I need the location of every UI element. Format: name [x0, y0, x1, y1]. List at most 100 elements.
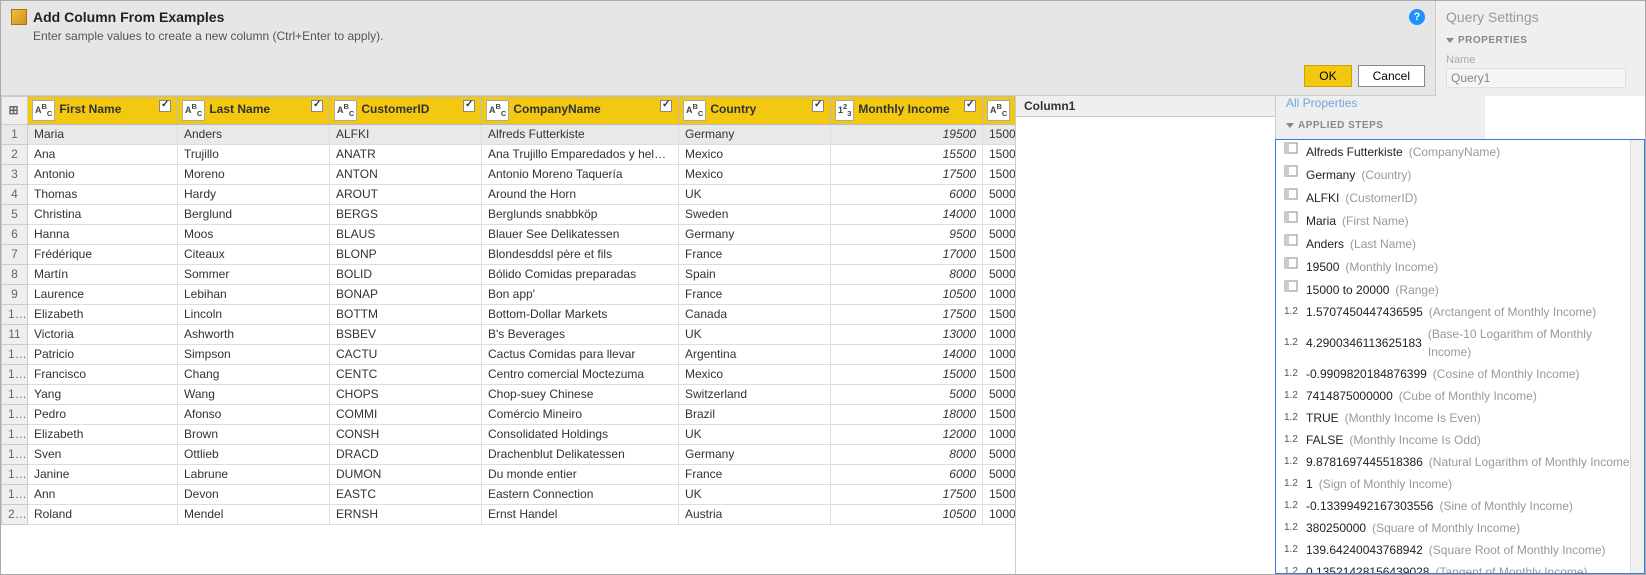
- cell[interactable]: 10000 to 15000: [983, 204, 1016, 224]
- row-number[interactable]: 8: [2, 264, 28, 284]
- suggestion-item[interactable]: ALFKI(CustomerID): [1276, 186, 1644, 209]
- cell[interactable]: Elizabeth: [28, 424, 178, 444]
- column-header-monthly income[interactable]: 123Monthly Income: [831, 97, 983, 125]
- cell[interactable]: 5000 to 10000: [983, 444, 1016, 464]
- all-properties-link[interactable]: All Properties: [1286, 96, 1475, 110]
- cell[interactable]: 8000: [831, 444, 983, 464]
- example-column-header[interactable]: Column1: [1016, 96, 1275, 117]
- cell[interactable]: 5000 to 10000: [983, 464, 1016, 484]
- table-row[interactable]: 4ThomasHardyAROUTAround the HornUK600050…: [2, 184, 1016, 204]
- row-number[interactable]: 5: [2, 204, 28, 224]
- cell[interactable]: 15500: [831, 144, 983, 164]
- table-row[interactable]: 20RolandMendelERNSHErnst HandelAustria10…: [2, 504, 1016, 524]
- cell[interactable]: Around the Horn: [482, 184, 679, 204]
- cell[interactable]: Canada: [679, 304, 831, 324]
- cell[interactable]: BLAUS: [330, 224, 482, 244]
- cell[interactable]: Germany: [679, 224, 831, 244]
- row-number[interactable]: 7: [2, 244, 28, 264]
- cell[interactable]: ALFKI: [330, 124, 482, 144]
- suggestion-scrollbar[interactable]: [1630, 140, 1644, 573]
- cell[interactable]: CONSH: [330, 424, 482, 444]
- cell[interactable]: 15000 to 20000: [983, 404, 1016, 424]
- cell[interactable]: Sweden: [679, 204, 831, 224]
- suggestion-item[interactable]: 1.2380250000(Square of Monthly Income): [1276, 517, 1644, 539]
- cell[interactable]: Laurence: [28, 284, 178, 304]
- suggestion-item[interactable]: 1.27414875000000(Cube of Monthly Income): [1276, 385, 1644, 407]
- cell[interactable]: Elizabeth: [28, 304, 178, 324]
- cell[interactable]: Christina: [28, 204, 178, 224]
- cell[interactable]: 15000 to 20000: [983, 484, 1016, 504]
- row-number[interactable]: 6: [2, 224, 28, 244]
- cell[interactable]: UK: [679, 184, 831, 204]
- cell[interactable]: 10500: [831, 284, 983, 304]
- table-row[interactable]: 10ElizabethLincolnBOTTMBottom-Dollar Mar…: [2, 304, 1016, 324]
- cell[interactable]: ANTON: [330, 164, 482, 184]
- cell[interactable]: Mendel: [178, 504, 330, 524]
- table-row[interactable]: 3AntonioMorenoANTONAntonio Moreno Taquer…: [2, 164, 1016, 184]
- row-number[interactable]: 12: [2, 344, 28, 364]
- suggestion-item[interactable]: 1.2-0.13399492167303556(Sine of Monthly …: [1276, 495, 1644, 517]
- cell[interactable]: Bólido Comidas preparadas: [482, 264, 679, 284]
- cell[interactable]: 5000 to 10000: [983, 184, 1016, 204]
- row-number[interactable]: 17: [2, 444, 28, 464]
- cell[interactable]: 15000 to 20000: [983, 124, 1016, 144]
- row-number[interactable]: 4: [2, 184, 28, 204]
- cancel-button[interactable]: Cancel: [1358, 65, 1425, 87]
- cell[interactable]: 9500: [831, 224, 983, 244]
- table-row[interactable]: 14YangWangCHOPSChop-suey ChineseSwitzerl…: [2, 384, 1016, 404]
- row-number[interactable]: 15: [2, 404, 28, 424]
- cell[interactable]: Spain: [679, 264, 831, 284]
- cell[interactable]: Devon: [178, 484, 330, 504]
- cell[interactable]: Hardy: [178, 184, 330, 204]
- cell[interactable]: Germany: [679, 124, 831, 144]
- cell[interactable]: 17000: [831, 244, 983, 264]
- cell[interactable]: CENTC: [330, 364, 482, 384]
- row-number[interactable]: 14: [2, 384, 28, 404]
- cell[interactable]: BOTTM: [330, 304, 482, 324]
- column-header-last name[interactable]: ABCLast Name: [178, 97, 330, 125]
- cell[interactable]: Bon app': [482, 284, 679, 304]
- column-header-first name[interactable]: ABCFirst Name: [28, 97, 178, 125]
- cell[interactable]: Wang: [178, 384, 330, 404]
- cell[interactable]: Citeaux: [178, 244, 330, 264]
- cell[interactable]: Lincoln: [178, 304, 330, 324]
- cell[interactable]: Du monde entier: [482, 464, 679, 484]
- cell[interactable]: 17500: [831, 164, 983, 184]
- cell[interactable]: BLONP: [330, 244, 482, 264]
- cell[interactable]: France: [679, 464, 831, 484]
- column-header-companyname[interactable]: ABCCompanyName: [482, 97, 679, 125]
- cell[interactable]: Sven: [28, 444, 178, 464]
- cell[interactable]: 14000: [831, 344, 983, 364]
- column-header-customerid[interactable]: ABCCustomerID: [330, 97, 482, 125]
- cell[interactable]: 10000 to 15000: [983, 344, 1016, 364]
- cell[interactable]: Austria: [679, 504, 831, 524]
- cell[interactable]: France: [679, 244, 831, 264]
- cell[interactable]: Moos: [178, 224, 330, 244]
- cell[interactable]: Germany: [679, 444, 831, 464]
- suggestion-item[interactable]: 1.21.5707450447436595(Arctangent of Mont…: [1276, 301, 1644, 323]
- suggestion-item[interactable]: 1.20.13521428156439028(Tangent of Monthl…: [1276, 561, 1644, 574]
- cell[interactable]: 10000 to 15000: [983, 324, 1016, 344]
- row-number[interactable]: 18: [2, 464, 28, 484]
- cell[interactable]: Afonso: [178, 404, 330, 424]
- cell[interactable]: 12000: [831, 424, 983, 444]
- cell[interactable]: Cactus Comidas para llevar: [482, 344, 679, 364]
- cell[interactable]: 19500: [831, 124, 983, 144]
- cell[interactable]: BONAP: [330, 284, 482, 304]
- row-number[interactable]: 19: [2, 484, 28, 504]
- table-row[interactable]: 15PedroAfonsoCOMMIComércio MineiroBrazil…: [2, 404, 1016, 424]
- row-number[interactable]: 1: [2, 124, 28, 144]
- cell[interactable]: EASTC: [330, 484, 482, 504]
- cell[interactable]: 15000 to 20000: [983, 144, 1016, 164]
- cell[interactable]: Antonio: [28, 164, 178, 184]
- cell[interactable]: Blondesddsl père et fils: [482, 244, 679, 264]
- cell[interactable]: Frédérique: [28, 244, 178, 264]
- suggestion-item[interactable]: 1.21(Sign of Monthly Income): [1276, 473, 1644, 495]
- suggestion-item[interactable]: Alfreds Futterkiste(CompanyName): [1276, 140, 1644, 163]
- cell[interactable]: Pedro: [28, 404, 178, 424]
- cell[interactable]: Switzerland: [679, 384, 831, 404]
- table-row[interactable]: 1MariaAndersALFKIAlfreds FutterkisteGerm…: [2, 124, 1016, 144]
- cell[interactable]: Bottom-Dollar Markets: [482, 304, 679, 324]
- column-include-checkbox[interactable]: [660, 100, 672, 115]
- column-include-checkbox[interactable]: [311, 100, 323, 115]
